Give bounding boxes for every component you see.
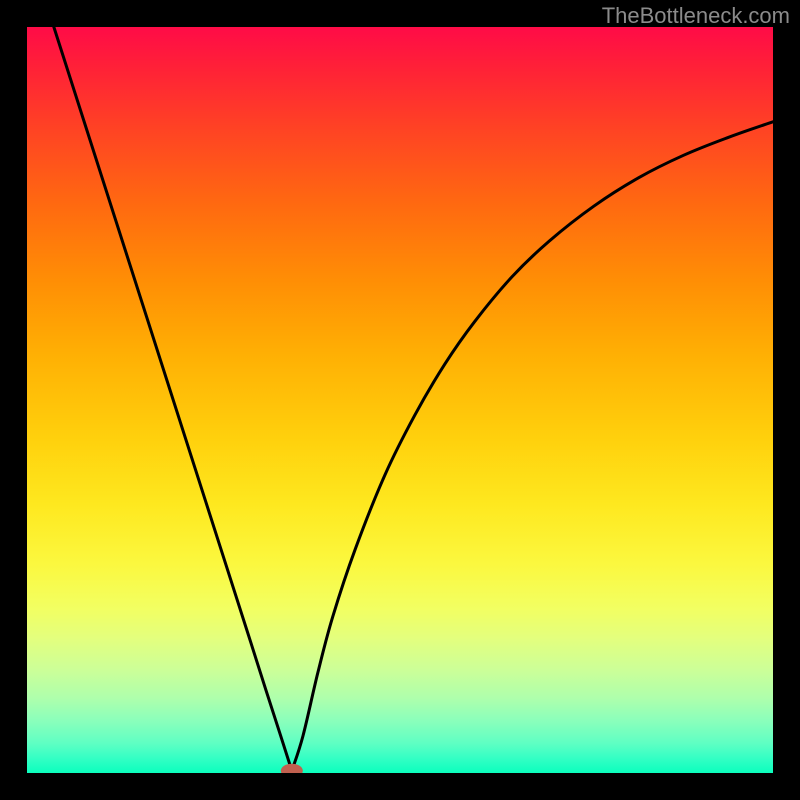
minimum-marker — [281, 764, 303, 773]
chart-frame: TheBottleneck.com — [0, 0, 800, 800]
watermark-text: TheBottleneck.com — [602, 3, 790, 29]
curve-right-branch — [292, 122, 773, 771]
chart-svg — [27, 27, 773, 773]
curve-left-branch — [54, 27, 292, 771]
plot-area — [27, 27, 773, 773]
